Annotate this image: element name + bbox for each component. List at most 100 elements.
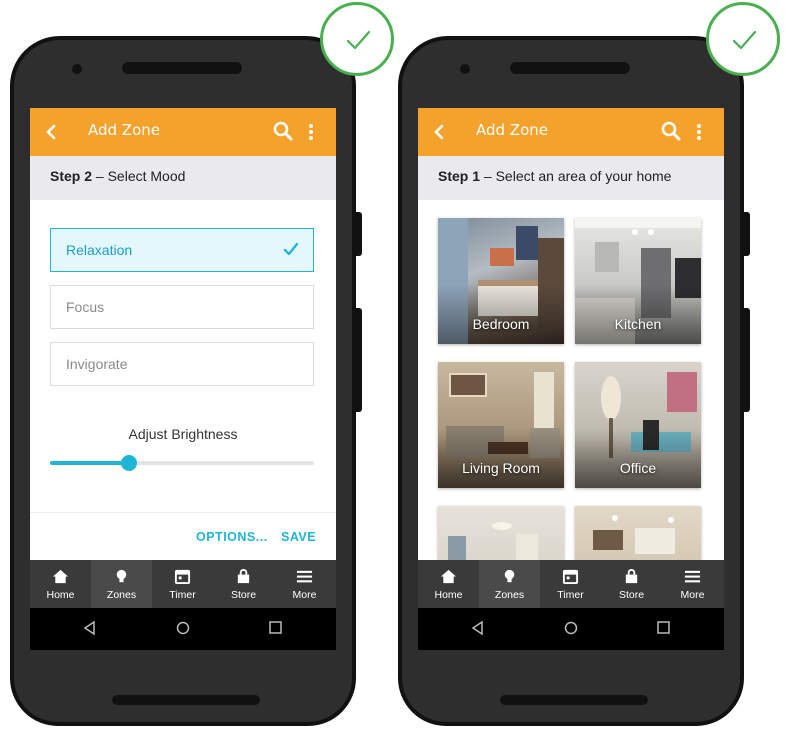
nav-timer[interactable]: Timer bbox=[152, 560, 213, 608]
save-button[interactable]: SAVE bbox=[281, 530, 316, 544]
tile-shade bbox=[438, 284, 564, 344]
step-description: – Select Mood bbox=[92, 168, 186, 184]
bag-icon bbox=[237, 569, 250, 584]
approved-badge-left bbox=[320, 2, 394, 76]
bag-icon bbox=[625, 569, 638, 584]
more-vertical-icon bbox=[309, 124, 313, 140]
home-icon bbox=[52, 569, 69, 584]
page-title: Add Zone bbox=[476, 121, 548, 139]
hamburger-icon bbox=[684, 570, 701, 583]
nav-label: Timer bbox=[557, 589, 584, 601]
home-circle-icon[interactable] bbox=[561, 618, 581, 638]
nav-zones[interactable]: Zones bbox=[479, 560, 540, 608]
room-photo bbox=[593, 515, 675, 554]
chevron-left-icon bbox=[46, 124, 56, 140]
room-photo bbox=[448, 522, 538, 560]
mood-label: Invigorate bbox=[66, 356, 128, 372]
mood-option-invigorate[interactable]: Invigorate bbox=[50, 342, 314, 386]
search-icon bbox=[273, 121, 293, 141]
area-grid: Bedroom Kitchen Living Room Office bbox=[418, 200, 724, 560]
power-button bbox=[356, 308, 362, 412]
tile-label: Living Room bbox=[462, 460, 540, 476]
area-tile[interactable] bbox=[438, 506, 564, 560]
nav-store[interactable]: Store bbox=[213, 560, 274, 608]
back-button[interactable] bbox=[430, 120, 452, 144]
calendar-icon bbox=[562, 569, 579, 585]
tile-label: Bedroom bbox=[472, 316, 530, 332]
earpiece-speaker bbox=[122, 62, 242, 74]
recents-square-icon[interactable] bbox=[266, 618, 286, 638]
back-triangle-icon[interactable] bbox=[468, 618, 488, 638]
home-circle-icon[interactable] bbox=[173, 618, 193, 638]
checkmark-icon bbox=[732, 30, 757, 50]
power-button bbox=[744, 308, 750, 412]
tile-shade bbox=[575, 428, 701, 488]
nav-label: More bbox=[680, 589, 705, 601]
search-icon bbox=[661, 121, 681, 141]
bottom-navigation: Home Zones Timer Store More bbox=[418, 560, 724, 608]
area-tile-bedroom[interactable]: Bedroom bbox=[438, 218, 564, 344]
nav-label: Zones bbox=[494, 589, 525, 601]
overflow-menu-button[interactable] bbox=[304, 120, 318, 144]
search-button[interactable] bbox=[658, 118, 684, 144]
earpiece-speaker bbox=[510, 62, 630, 74]
options-button[interactable]: OPTIONS... bbox=[196, 530, 268, 544]
mood-option-relaxation[interactable]: Relaxation bbox=[50, 228, 314, 272]
overflow-menu-button[interactable] bbox=[692, 120, 706, 144]
divider bbox=[30, 512, 336, 513]
hamburger-icon bbox=[296, 570, 313, 583]
nav-more[interactable]: More bbox=[662, 560, 723, 608]
phone-frame-left: Add Zone Step 2 – Select Mood Relaxation bbox=[10, 36, 362, 726]
slider-thumb[interactable] bbox=[121, 455, 138, 471]
search-button[interactable] bbox=[270, 118, 296, 144]
area-tile-office[interactable]: Office bbox=[575, 362, 701, 488]
bottom-speaker bbox=[112, 695, 260, 705]
nav-more[interactable]: More bbox=[274, 560, 335, 608]
checkmark-icon bbox=[283, 242, 299, 256]
home-icon bbox=[440, 569, 457, 584]
mood-option-focus[interactable]: Focus bbox=[50, 285, 314, 329]
calendar-icon bbox=[174, 569, 191, 585]
app-bar: Add Zone bbox=[30, 108, 336, 156]
area-tile[interactable] bbox=[575, 506, 701, 560]
mood-label: Focus bbox=[66, 299, 105, 315]
area-tile-living-room[interactable]: Living Room bbox=[438, 362, 564, 488]
nav-label: More bbox=[292, 589, 317, 601]
chevron-left-icon bbox=[434, 124, 444, 140]
recents-square-icon[interactable] bbox=[654, 618, 674, 638]
area-tile-kitchen[interactable]: Kitchen bbox=[575, 218, 701, 344]
system-navigation-bar bbox=[418, 608, 724, 650]
nav-home[interactable]: Home bbox=[418, 560, 479, 608]
app-bar: Add Zone bbox=[418, 108, 724, 156]
tile-shade bbox=[438, 428, 564, 488]
nav-label: Store bbox=[618, 589, 645, 601]
more-vertical-icon bbox=[697, 124, 701, 140]
bottom-speaker bbox=[500, 695, 648, 705]
step-number: Step 2 bbox=[50, 168, 93, 184]
tile-label: Kitchen bbox=[614, 316, 662, 332]
tile-shade bbox=[575, 284, 701, 344]
select-area-screen: Add Zone Step 1 – Select an area of your… bbox=[418, 108, 724, 650]
nav-timer[interactable]: Timer bbox=[540, 560, 601, 608]
nav-label: Timer bbox=[169, 589, 196, 601]
phone-frame-right: Add Zone Step 1 – Select an area of your… bbox=[398, 36, 750, 726]
nav-home[interactable]: Home bbox=[30, 560, 91, 608]
checkmark-icon bbox=[346, 30, 371, 50]
nav-store[interactable]: Store bbox=[601, 560, 662, 608]
nav-zones[interactable]: Zones bbox=[91, 560, 152, 608]
bulb-icon bbox=[116, 569, 127, 583]
slider-fill bbox=[50, 461, 130, 465]
front-camera bbox=[460, 64, 470, 74]
nav-label: Home bbox=[434, 589, 463, 601]
volume-button bbox=[356, 212, 362, 256]
step-header: Step 2 – Select Mood bbox=[30, 156, 336, 200]
brightness-slider[interactable] bbox=[50, 455, 314, 471]
step-header: Step 1 – Select an area of your home bbox=[418, 156, 724, 200]
nav-label: Home bbox=[46, 589, 75, 601]
tile-label: Office bbox=[619, 460, 657, 476]
bottom-navigation: Home Zones Timer Store More bbox=[30, 560, 336, 608]
back-triangle-icon[interactable] bbox=[80, 618, 100, 638]
step-description: – Select an area of your home bbox=[480, 168, 672, 184]
nav-label: Zones bbox=[106, 589, 137, 601]
back-button[interactable] bbox=[42, 120, 64, 144]
